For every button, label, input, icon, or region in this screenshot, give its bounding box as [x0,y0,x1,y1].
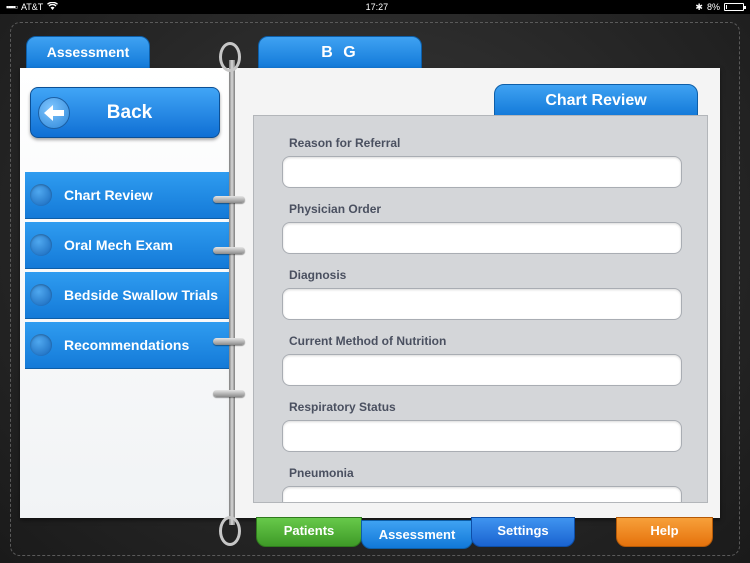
field-label-respiratory-status: Respiratory Status [289,400,396,414]
nav-item-bedside-swallow-trials[interactable]: Bedside Swallow Trials [25,272,230,319]
binder-post [213,196,245,203]
bullet-icon [30,184,52,206]
binder-spine [229,60,235,525]
battery-fill [725,5,728,9]
back-button-label: Back [106,101,153,123]
carrier-label: AT&T [20,2,44,12]
back-arrow-icon [38,96,70,129]
field-label-diagnosis: Diagnosis [289,268,347,282]
pneumonia-input[interactable] [282,486,682,502]
current-method-of-nutrition-input[interactable] [282,354,682,386]
bullet-icon [30,284,52,306]
battery-percent: 8% [706,2,720,12]
nav-item-chart-review[interactable]: Chart Review [25,172,230,219]
bluetooth-icon: ✱ [695,1,703,12]
nav-item-recommendations[interactable]: Recommendations [25,322,230,369]
tab-settings[interactable]: Settings [471,517,575,547]
tab-assessment-header[interactable]: Assessment [26,36,150,70]
tab-help[interactable]: Help [616,517,713,547]
tab-patients[interactable]: Patients [256,517,362,547]
nav-item-oral-mech-exam[interactable]: Oral Mech Exam [25,222,230,269]
nav-item-label: Recommendations [64,337,190,353]
nav-item-label: Oral Mech Exam [64,237,173,253]
wifi-icon [47,1,59,12]
respiratory-status-input[interactable] [282,420,682,452]
binder-post [213,338,245,345]
signal-icon: ▪▪▪▪▫ [6,2,18,12]
status-bar: ▪▪▪▪▫ AT&T 17:27 ✱ 8% [0,0,750,14]
tab-assessment[interactable]: Assessment [361,520,473,549]
bullet-icon [30,234,52,256]
tab-patient-initials[interactable]: B G [258,36,422,70]
bullet-icon [30,334,52,356]
field-label-pneumonia: Pneumonia [289,466,354,480]
diagnosis-input[interactable] [282,288,682,320]
physician-order-input[interactable] [282,222,682,254]
reason-for-referral-input[interactable] [282,156,682,188]
nav-item-label: Chart Review [64,187,153,203]
binder-post [213,247,245,254]
clock: 17:27 [365,2,389,12]
back-button[interactable]: Back [30,87,220,138]
binder-post [213,390,245,397]
battery-icon [723,3,746,11]
field-label-reason-for-referral: Reason for Referral [289,136,401,150]
nav-item-label: Bedside Swallow Trials [64,287,219,303]
tab-chart-review: Chart Review [494,84,698,118]
field-label-current-method-of-nutrition: Current Method of Nutrition [289,334,447,348]
chart-review-form: Reason for Referral Physician Order Diag… [253,115,708,503]
binder-ring [219,42,241,72]
binder-ring [219,516,241,546]
field-label-physician-order: Physician Order [289,202,382,216]
